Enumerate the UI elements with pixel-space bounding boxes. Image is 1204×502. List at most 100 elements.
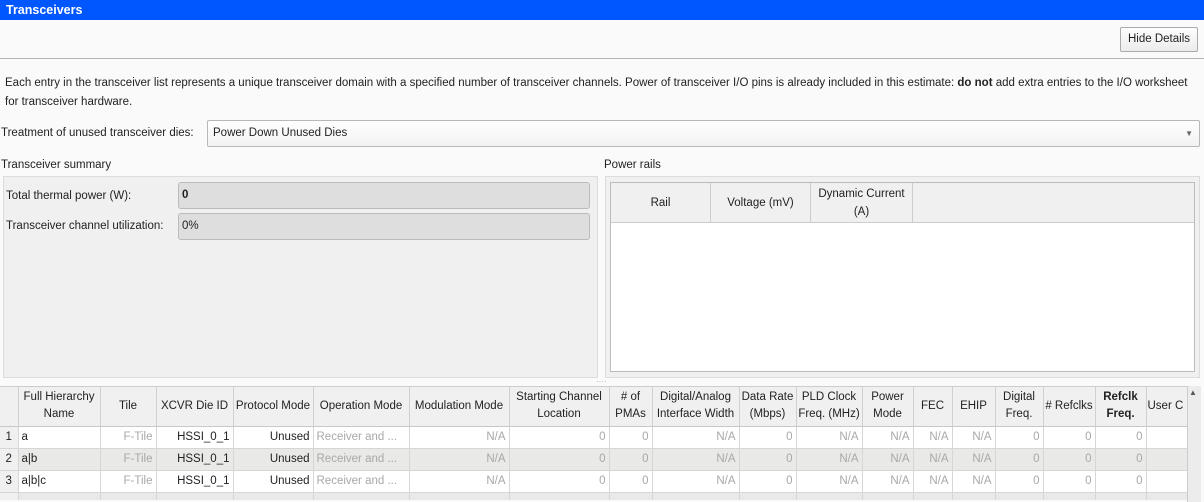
table-cell[interactable]: [952, 492, 996, 500]
table-cell[interactable]: N/A: [952, 448, 996, 471]
table-cell[interactable]: 0: [609, 470, 653, 493]
table-cell[interactable]: [1146, 426, 1188, 449]
table-cell[interactable]: Unused: [233, 426, 314, 449]
column-header[interactable]: # Refclks: [1043, 387, 1096, 427]
column-header[interactable]: Power Mode: [862, 387, 914, 427]
table-cell[interactable]: 0: [1043, 448, 1096, 471]
table-cell[interactable]: 0: [995, 470, 1044, 493]
table-cell[interactable]: N/A: [409, 448, 510, 471]
utilization-field[interactable]: 0%: [178, 213, 590, 240]
table-cell[interactable]: N/A: [652, 426, 740, 449]
column-header[interactable]: XCVR Die ID: [156, 387, 234, 427]
table-cell[interactable]: [739, 492, 797, 500]
table-cell[interactable]: F-Tile: [100, 470, 157, 493]
table-cell[interactable]: 0: [1095, 448, 1147, 471]
splitter-handle[interactable]: ····: [596, 377, 607, 386]
column-header[interactable]: Digital Freq.: [995, 387, 1044, 427]
table-cell[interactable]: 0: [995, 426, 1044, 449]
column-header[interactable]: EHIP: [952, 387, 996, 427]
table-cell[interactable]: [509, 492, 610, 500]
column-header[interactable]: Full Hierarchy Name: [18, 387, 101, 427]
table-cell[interactable]: 0: [509, 470, 610, 493]
table-cell[interactable]: N/A: [862, 470, 914, 493]
table-cell[interactable]: N/A: [409, 470, 510, 493]
table-cell[interactable]: [609, 492, 653, 500]
table-cell[interactable]: N/A: [913, 470, 953, 493]
table-cell[interactable]: 0: [609, 448, 653, 471]
thermal-power-field[interactable]: 0: [178, 182, 590, 209]
table-cell[interactable]: HSSI_0_1: [156, 470, 234, 493]
table-cell[interactable]: Receiver and ...: [313, 470, 410, 493]
table-cell[interactable]: [156, 492, 234, 500]
table-cell[interactable]: a|b|c: [18, 470, 101, 493]
table-cell[interactable]: 0: [1095, 426, 1147, 449]
table-cell[interactable]: Receiver and ...: [313, 448, 410, 471]
column-header[interactable]: User C: [1146, 387, 1188, 427]
table-cell[interactable]: [100, 492, 157, 500]
table-cell[interactable]: [995, 492, 1044, 500]
column-header[interactable]: Protocol Mode: [233, 387, 314, 427]
table-cell[interactable]: [0, 492, 19, 500]
column-header[interactable]: Starting Channel Location: [509, 387, 610, 427]
table-cell[interactable]: 0: [739, 470, 797, 493]
vertical-scrollbar[interactable]: [1187, 386, 1201, 502]
column-header[interactable]: # of PMAs: [609, 387, 653, 427]
table-cell[interactable]: [796, 492, 863, 500]
table-cell[interactable]: F-Tile: [100, 426, 157, 449]
table-cell[interactable]: [1146, 470, 1188, 493]
column-header[interactable]: Modulation Mode: [409, 387, 510, 427]
column-header[interactable]: Tile: [100, 387, 157, 427]
table-cell[interactable]: 0: [739, 426, 797, 449]
table-cell[interactable]: [18, 492, 101, 500]
table-cell[interactable]: [862, 492, 914, 500]
table-cell[interactable]: [233, 492, 314, 500]
table-cell[interactable]: N/A: [952, 470, 996, 493]
row-number[interactable]: 3: [0, 470, 19, 493]
treatment-select[interactable]: Power Down Unused Dies ▼: [207, 120, 1200, 147]
row-number[interactable]: 2: [0, 448, 19, 471]
table-cell[interactable]: 0: [509, 426, 610, 449]
column-header[interactable]: FEC: [913, 387, 953, 427]
column-header-voltage[interactable]: Voltage (mV): [711, 183, 811, 223]
column-header[interactable]: Digital/Analog Interface Width: [652, 387, 740, 427]
table-cell[interactable]: [1146, 448, 1188, 471]
table-cell[interactable]: N/A: [796, 426, 863, 449]
column-header[interactable]: Refclk Freq.: [1095, 387, 1147, 427]
table-row[interactable]: [0, 492, 1188, 500]
table-row[interactable]: 2 a|b F-Tile HSSI_0_1 Unused Receiver and ...…: [0, 448, 1188, 471]
column-header-rail[interactable]: Rail: [611, 183, 711, 223]
table-cell[interactable]: [409, 492, 510, 500]
table-cell[interactable]: F-Tile: [100, 448, 157, 471]
table-cell[interactable]: [1146, 492, 1188, 500]
table-cell[interactable]: 0: [509, 448, 610, 471]
table-row[interactable]: 1 a F-Tile HSSI_0_1 Unused Receiver and ... N/…: [0, 426, 1188, 449]
table-cell[interactable]: HSSI_0_1: [156, 448, 234, 471]
table-cell[interactable]: a|b: [18, 448, 101, 471]
column-header[interactable]: Data Rate (Mbps): [739, 387, 797, 427]
table-cell[interactable]: 0: [1095, 470, 1147, 493]
table-cell[interactable]: N/A: [862, 448, 914, 471]
table-cell[interactable]: [913, 492, 953, 500]
table-cell[interactable]: Unused: [233, 470, 314, 493]
table-cell[interactable]: 0: [1043, 470, 1096, 493]
column-header[interactable]: Operation Mode: [313, 387, 410, 427]
power-rails-table[interactable]: Rail Voltage (mV) Dynamic Current (A): [610, 182, 1195, 372]
table-cell[interactable]: 0: [739, 448, 797, 471]
table-cell[interactable]: [1095, 492, 1147, 500]
table-cell[interactable]: N/A: [913, 448, 953, 471]
column-header[interactable]: PLD Clock Freq. (MHz): [796, 387, 863, 427]
column-header-dynamic-current[interactable]: Dynamic Current (A): [811, 183, 913, 223]
table-cell[interactable]: N/A: [409, 426, 510, 449]
table-cell[interactable]: N/A: [796, 470, 863, 493]
table-cell[interactable]: N/A: [796, 448, 863, 471]
table-cell[interactable]: [652, 492, 740, 500]
table-cell[interactable]: a: [18, 426, 101, 449]
table-cell[interactable]: Unused: [233, 448, 314, 471]
table-cell[interactable]: Receiver and ...: [313, 426, 410, 449]
scroll-up-icon[interactable]: ▲: [1189, 388, 1197, 397]
table-cell[interactable]: N/A: [952, 426, 996, 449]
table-cell[interactable]: [1043, 492, 1096, 500]
table-cell[interactable]: N/A: [652, 470, 740, 493]
row-number[interactable]: 1: [0, 426, 19, 449]
table-cell[interactable]: N/A: [652, 448, 740, 471]
